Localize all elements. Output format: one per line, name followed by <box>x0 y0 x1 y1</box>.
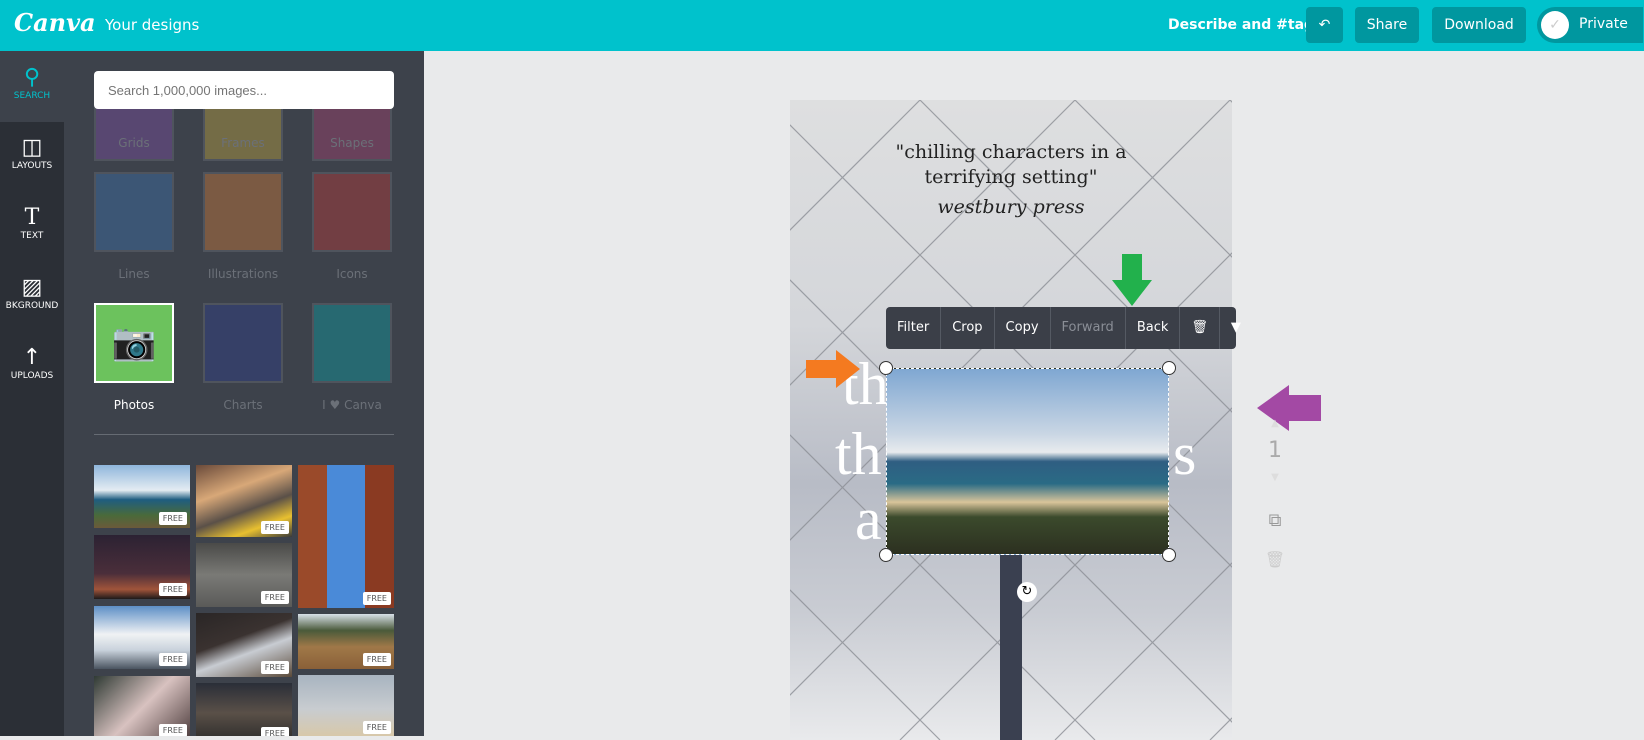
sidebar-item-uploads[interactable]: ↑ UPLOADS <box>0 345 64 381</box>
category-label: Frames <box>221 136 265 150</box>
category-tile-illustrations[interactable] <box>203 172 283 252</box>
layouts-icon: ◫ <box>21 135 43 160</box>
resize-handle[interactable] <box>879 548 893 562</box>
duplicate-page-icon[interactable]: ⧉ <box>1262 510 1288 531</box>
category-label: Charts <box>223 398 263 412</box>
crop-button[interactable]: Crop <box>941 307 995 349</box>
photo-thumbnail[interactable]: FREE <box>94 606 190 669</box>
page-up-icon[interactable]: ▲ <box>1262 418 1288 429</box>
photo-thumbnail[interactable]: FREE <box>94 535 190 599</box>
quote-line-2[interactable]: terrifying setting" <box>790 165 1232 190</box>
delete-button[interactable]: 🗑 <box>1180 307 1220 349</box>
photo-thumbnail[interactable]: FREE <box>196 465 292 537</box>
resize-handle[interactable] <box>1162 548 1176 562</box>
sidebar-item-search[interactable]: ⚲ SEARCH <box>0 65 64 101</box>
category-label: I ♥ Canva <box>322 398 382 412</box>
rotate-handle[interactable]: ↻ <box>1017 582 1037 602</box>
filter-button[interactable]: Filter <box>886 307 942 349</box>
more-button[interactable]: ▼ <box>1220 307 1252 349</box>
photo-thumbnail[interactable]: FREE <box>298 614 394 669</box>
category-tile-lines[interactable] <box>94 172 174 252</box>
category-tile-photos[interactable]: 📷 <box>94 303 174 383</box>
sidebar-item-text[interactable]: T TEXT <box>0 205 64 241</box>
photo-thumbnail[interactable]: FREE <box>94 676 190 736</box>
photo-thumbnail[interactable]: FREE <box>94 465 190 528</box>
photo-thumbnail[interactable]: FREE <box>196 543 292 607</box>
green-arrow-annotation <box>1112 254 1152 306</box>
category-tile-charts[interactable] <box>203 303 283 383</box>
page-number: 1 <box>1268 438 1282 463</box>
orange-arrow-annotation <box>806 350 860 388</box>
title-fragment[interactable]: th <box>835 420 882 489</box>
title-fragment[interactable]: s <box>1173 420 1196 489</box>
top-bar: Canva Your designs Describe and #tag ↶ S… <box>0 0 1644 51</box>
category-label: Shapes <box>330 136 374 150</box>
search-panel: Grids Frames Shapes Lines Illustrations … <box>64 51 424 736</box>
quote-line-1[interactable]: "chilling characters in a <box>790 140 1232 165</box>
divider <box>94 434 394 435</box>
category-tile-i-love-canva[interactable] <box>312 303 392 383</box>
delete-page-icon[interactable]: 🗑 <box>1262 550 1288 569</box>
text-icon: T <box>24 205 40 230</box>
photo-thumbnail[interactable]: FREE <box>298 465 394 608</box>
page-down-icon[interactable]: ▼ <box>1262 472 1288 483</box>
element-toolbar: Filter Crop Copy Forward Back 🗑 ▼ <box>886 307 1241 349</box>
category-label: Photos <box>113 398 155 412</box>
category-label: Grids <box>118 136 150 150</box>
canva-logo[interactable]: Canva <box>14 8 96 37</box>
forward-button[interactable]: Forward <box>1051 307 1126 349</box>
photo-thumbnail[interactable]: FREE <box>196 683 292 736</box>
title-fragment[interactable]: a <box>855 485 882 554</box>
sidebar-rail: ⚲ SEARCH ◫ LAYOUTS T TEXT ▨ BKGROUND ↑ UPLOAD… <box>0 51 64 736</box>
your-designs-link[interactable]: Your designs <box>105 16 199 34</box>
sidebar-item-background[interactable]: ▨ BKGROUND <box>0 275 64 311</box>
selected-photo[interactable] <box>886 368 1169 555</box>
privacy-label: Private <box>1579 16 1628 32</box>
sidebar-item-layouts[interactable]: ◫ LAYOUTS <box>0 135 64 171</box>
back-button[interactable]: Back <box>1126 307 1181 349</box>
describe-and-tag-link[interactable]: Describe and #tag <box>1168 17 1314 33</box>
undo-button[interactable]: ↶ <box>1306 7 1343 43</box>
photo-thumbnail[interactable]: FREE <box>298 675 394 736</box>
background-icon: ▨ <box>21 275 43 300</box>
search-icon: ⚲ <box>23 65 41 90</box>
category-tile-icons[interactable] <box>312 172 392 252</box>
resize-handle[interactable] <box>879 361 893 375</box>
trash-icon: 🗑 <box>1191 320 1208 335</box>
resize-handle[interactable] <box>1162 361 1176 375</box>
download-button[interactable]: Download <box>1432 7 1526 43</box>
search-input[interactable] <box>94 71 394 109</box>
category-label: Icons <box>336 267 368 281</box>
check-icon: ✓ <box>1541 11 1569 39</box>
upload-icon: ↑ <box>22 345 42 370</box>
category-label: Lines <box>118 267 150 281</box>
copy-button[interactable]: Copy <box>995 307 1051 349</box>
chevron-down-icon: ▼ <box>1230 320 1241 335</box>
publisher-text[interactable]: westbury press <box>790 195 1232 220</box>
privacy-toggle[interactable]: ✓ Private <box>1537 7 1643 43</box>
photo-thumbnail[interactable]: FREE <box>196 613 292 677</box>
share-button[interactable]: Share <box>1355 7 1419 43</box>
category-label: Illustrations <box>207 267 279 281</box>
camera-icon: 📷 <box>111 322 157 363</box>
undo-icon: ↶ <box>1318 17 1331 33</box>
